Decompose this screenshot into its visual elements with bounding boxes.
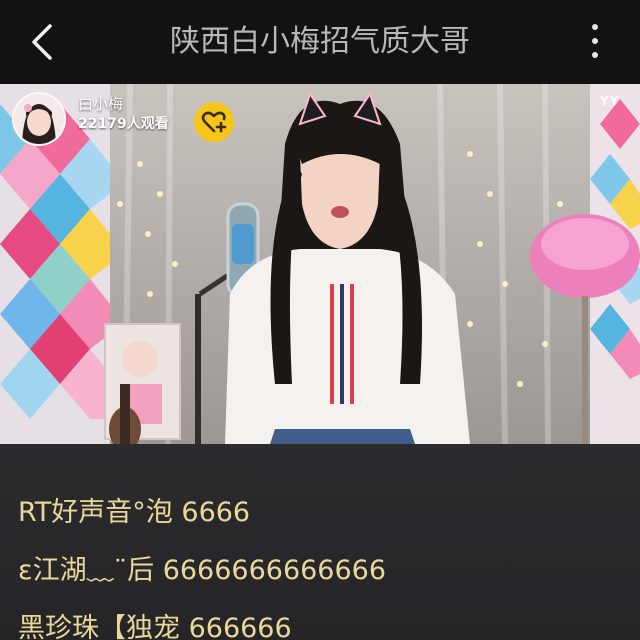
host-avatar[interactable] bbox=[12, 92, 66, 146]
chat-username[interactable]: 黑珍珠【独宠 bbox=[18, 613, 180, 640]
chat-text: 6666 bbox=[181, 497, 251, 528]
yy-watermark: YY bbox=[600, 94, 620, 108]
avatar-image bbox=[14, 94, 64, 144]
chat-text: 666666 bbox=[188, 613, 292, 640]
heart-plus-icon[interactable] bbox=[194, 102, 234, 142]
more-vertical-icon[interactable] bbox=[580, 24, 610, 68]
chat-message: 黑珍珠【独宠 666666 bbox=[18, 612, 292, 640]
host-info: 白小梅 22179人观看 bbox=[12, 92, 234, 148]
chat-username[interactable]: ε江湖﹏¨后 bbox=[18, 555, 154, 586]
top-bar: 陕西白小梅招气质大哥 bbox=[0, 0, 640, 84]
chat-message: ε江湖﹏¨后 6666666666666 bbox=[18, 554, 386, 588]
chat-area: RT好声音°泡 6666 ε江湖﹏¨后 6666666666666 黑珍珠【独宠… bbox=[0, 444, 640, 640]
page-title: 陕西白小梅招气质大哥 bbox=[170, 24, 470, 59]
chat-username[interactable]: RT好声音°泡 bbox=[18, 497, 173, 528]
chat-message: RT好声音°泡 6666 bbox=[18, 496, 250, 530]
viewer-count: 22179人观看 bbox=[78, 116, 169, 132]
chat-text: 6666666666666 bbox=[162, 555, 387, 586]
host-name: 白小梅 bbox=[78, 95, 124, 113]
